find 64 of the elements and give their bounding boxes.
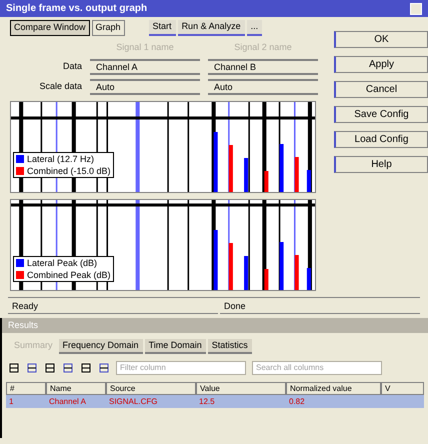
column-header[interactable]: Source xyxy=(106,382,196,394)
signal-bar xyxy=(306,170,311,192)
panel-title: Results xyxy=(2,318,428,332)
signal-bar xyxy=(214,132,218,192)
table-cell-text: 12.5 xyxy=(198,396,216,408)
signal-bar xyxy=(244,158,248,192)
side-button[interactable]: Save Config xyxy=(334,106,428,123)
status-text: Done xyxy=(220,300,420,314)
signal-bar xyxy=(306,268,311,290)
toolbar-tab[interactable]: Graph xyxy=(92,20,125,36)
field-label: Data xyxy=(62,60,82,73)
window-title: Single frame vs. output graph xyxy=(6,2,148,16)
results-tab[interactable]: Statistics xyxy=(208,338,252,354)
column-header[interactable]: Normalized value xyxy=(286,382,381,394)
table-cell-text: 1 xyxy=(8,396,14,408)
toolbar-icon[interactable] xyxy=(62,362,74,374)
legend-label: Lateral Peak (dB) xyxy=(27,256,98,268)
signal-bar xyxy=(244,256,248,290)
column-label: Signal 1 name xyxy=(115,41,175,54)
side-button[interactable]: Help xyxy=(334,156,428,173)
toolbar-button[interactable]: ... xyxy=(246,20,262,36)
input-field[interactable]: Auto xyxy=(90,78,200,94)
signal-bar xyxy=(214,230,218,290)
table-cell-text: Channel A xyxy=(48,396,87,408)
column-header[interactable]: # xyxy=(6,382,46,394)
results-tab[interactable]: Time Domain xyxy=(144,338,206,354)
signal-bar xyxy=(294,254,299,290)
signal-bar xyxy=(294,156,299,192)
toolbar-icon[interactable] xyxy=(80,362,92,374)
field-label: Scale data xyxy=(38,80,82,93)
toolbar-tab[interactable]: Compare Window xyxy=(10,20,90,36)
legend-label: Lateral (12.7 Hz) xyxy=(27,152,94,164)
toolbar-icon[interactable] xyxy=(44,362,56,374)
signal-bar xyxy=(280,242,284,290)
toolbar-icon[interactable] xyxy=(26,362,38,374)
close-button[interactable] xyxy=(410,2,422,14)
side-button[interactable]: Cancel xyxy=(334,81,428,98)
input-field[interactable]: Channel A xyxy=(90,58,200,74)
toolbar-icon[interactable] xyxy=(98,362,110,374)
search-field[interactable]: Filter column xyxy=(116,360,246,374)
signal-bar xyxy=(264,170,268,192)
column-header[interactable]: Value xyxy=(196,382,286,394)
side-button[interactable]: Load Config xyxy=(334,131,428,148)
column-header[interactable]: V xyxy=(381,382,424,394)
results-tab[interactable]: Frequency Domain xyxy=(58,338,143,354)
input-field[interactable]: Channel B xyxy=(208,58,318,74)
table-cell-text: SIGNAL.CFG xyxy=(108,396,158,408)
signal-bar xyxy=(264,268,268,290)
side-button[interactable]: Apply xyxy=(334,56,428,73)
signal-bar xyxy=(280,144,284,192)
toolbar-button[interactable]: Start xyxy=(148,20,176,36)
legend-label: Combined Peak (dB) xyxy=(27,268,111,280)
table-cell-text: 0.82 xyxy=(288,396,306,408)
column-header[interactable]: Name xyxy=(46,382,106,394)
side-button[interactable]: OK xyxy=(334,31,428,48)
toolbar-icon[interactable] xyxy=(8,362,20,374)
legend-label: Combined (-15.0 dB) xyxy=(27,164,111,176)
toolbar-button[interactable]: Run & Analyze xyxy=(178,20,245,36)
column-label: Signal 2 name xyxy=(233,41,293,54)
signal-bar xyxy=(228,144,233,192)
status-text: Ready xyxy=(8,300,218,314)
signal-bar xyxy=(228,242,233,290)
input-field[interactable]: Auto xyxy=(208,78,318,94)
search-field[interactable]: Search all columns xyxy=(252,360,382,374)
